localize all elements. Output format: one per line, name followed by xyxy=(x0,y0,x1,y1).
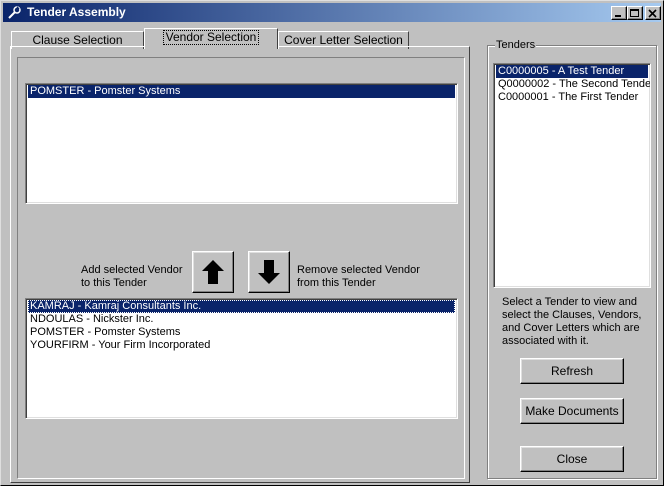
remove-vendor-label-line2: from this Tender xyxy=(297,277,376,289)
tab-label: Vendor Selection xyxy=(162,30,260,45)
remove-vendor-button[interactable] xyxy=(248,251,290,293)
available-vendors-list[interactable]: KAMRAJ - Kamraj Consultants Inc. NDOULAS… xyxy=(25,298,458,419)
maximize-icon xyxy=(630,9,639,17)
list-item[interactable]: YOURFIRM - Your Firm Incorporated xyxy=(28,339,455,352)
tender-vendors-list[interactable]: POMSTER - Pomster Systems xyxy=(25,83,458,204)
tenders-help-line1: Select a Tender to view and xyxy=(502,296,637,308)
window-title: Tender Assembly xyxy=(27,5,126,19)
tab-label: Cover Letter Selection xyxy=(284,33,403,47)
add-vendor-label-line1: Add selected Vendor xyxy=(81,264,183,276)
tenders-group-label: Tenders xyxy=(495,39,537,52)
add-vendor-button[interactable] xyxy=(192,251,234,293)
close-icon xyxy=(648,9,657,18)
list-item[interactable]: Q0000002 - The Second Tende xyxy=(496,78,650,91)
maximize-button[interactable] xyxy=(627,6,643,20)
arrow-down-icon xyxy=(258,260,280,284)
close-button[interactable] xyxy=(645,6,661,20)
minimize-button[interactable] xyxy=(611,6,627,20)
minimize-icon xyxy=(615,15,621,17)
tenders-help-line2: select the Clauses, Vendors, xyxy=(502,309,642,321)
list-item[interactable]: NDOULAS - Nickster Inc. xyxy=(28,313,455,326)
wrench-icon xyxy=(6,5,22,20)
tab-vendor-selection[interactable]: Vendor Selection xyxy=(144,28,278,49)
list-item[interactable]: C0000005 - A Test Tender xyxy=(496,65,648,78)
tenders-help-line4: associated with it. xyxy=(502,335,589,347)
close-button-label: Close xyxy=(556,452,588,466)
list-item[interactable]: C0000001 - The First Tender xyxy=(496,91,648,104)
close-dialog-button[interactable]: Close xyxy=(520,446,624,472)
refresh-button[interactable]: Refresh xyxy=(520,358,624,384)
tenders-list[interactable]: C0000005 - A Test Tender Q0000002 - The … xyxy=(493,63,651,288)
tab-label: Clause Selection xyxy=(32,33,123,47)
arrow-up-icon xyxy=(202,260,224,284)
tender-assembly-window: Tender Assembly Clause Selection Vendor … xyxy=(0,0,664,486)
title-bar[interactable]: Tender Assembly xyxy=(3,3,661,22)
remove-vendor-label-line1: Remove selected Vendor xyxy=(297,264,420,276)
list-item[interactable]: POMSTER - Pomster Systems xyxy=(28,85,455,98)
refresh-button-label: Refresh xyxy=(550,364,594,378)
list-item[interactable]: KAMRAJ - Kamraj Consultants Inc. xyxy=(28,300,455,313)
make-documents-button-label: Make Documents xyxy=(525,404,619,418)
tenders-help-line3: and Cover Letters which are xyxy=(502,322,640,334)
list-item[interactable]: POMSTER - Pomster Systems xyxy=(28,326,455,339)
add-vendor-label-line2: to this Tender xyxy=(81,277,147,289)
make-documents-button[interactable]: Make Documents xyxy=(520,398,624,424)
